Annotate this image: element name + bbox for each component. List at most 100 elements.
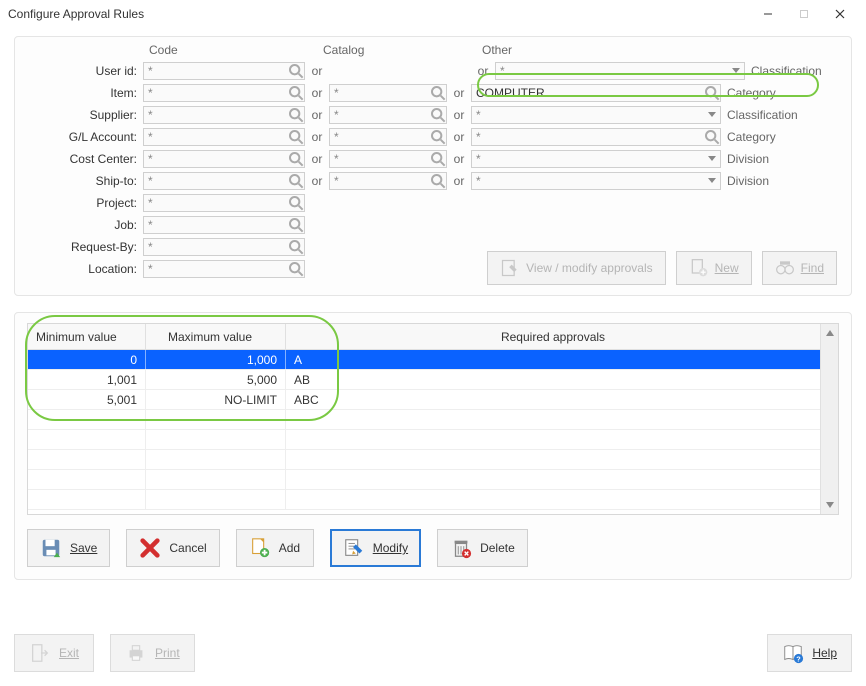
maximize-button[interactable] bbox=[786, 0, 822, 28]
filter-panel: Code Catalog Other User id: or or Classi… bbox=[14, 36, 852, 296]
trail-classification: Classification bbox=[745, 64, 822, 78]
button-label: New bbox=[715, 261, 739, 275]
search-icon[interactable] bbox=[288, 129, 304, 145]
search-icon[interactable] bbox=[430, 129, 446, 145]
or-text: or bbox=[447, 86, 471, 100]
trail-division: Division bbox=[721, 152, 769, 166]
search-icon[interactable] bbox=[288, 63, 304, 79]
col-req[interactable]: Required approvals bbox=[286, 324, 820, 349]
or-text: or bbox=[305, 152, 329, 166]
window-title: Configure Approval Rules bbox=[8, 7, 750, 21]
search-icon[interactable] bbox=[288, 261, 304, 277]
header-code: Code bbox=[29, 43, 323, 57]
approval-grid: Minimum value Maximum value Required app… bbox=[27, 323, 839, 515]
col-min[interactable]: Minimum value bbox=[28, 324, 146, 349]
supplier-other-input[interactable] bbox=[471, 106, 721, 124]
search-icon[interactable] bbox=[704, 85, 720, 101]
table-row[interactable]: 5,001 NO-LIMIT ABC bbox=[28, 390, 820, 410]
chevron-down-icon[interactable] bbox=[704, 173, 720, 189]
find-button[interactable]: Find bbox=[762, 251, 837, 285]
item-code-input[interactable] bbox=[143, 84, 305, 102]
search-icon[interactable] bbox=[430, 85, 446, 101]
row-gl: G/L Account: or or Category bbox=[29, 127, 837, 147]
search-icon[interactable] bbox=[704, 129, 720, 145]
search-icon[interactable] bbox=[288, 151, 304, 167]
label-shipto: Ship-to: bbox=[29, 174, 143, 188]
button-label: Save bbox=[70, 541, 97, 555]
button-label: Print bbox=[155, 646, 180, 660]
add-button[interactable]: Add bbox=[236, 529, 314, 567]
filter-column-headers: Code Catalog Other bbox=[29, 43, 837, 57]
button-label: View / modify approvals bbox=[526, 261, 653, 275]
table-row[interactable] bbox=[28, 410, 820, 430]
or-text: or bbox=[305, 130, 329, 144]
shipto-other-input[interactable] bbox=[471, 172, 721, 190]
row-shipto: Ship-to: or or Division bbox=[29, 171, 837, 191]
cc-code-input[interactable] bbox=[143, 150, 305, 168]
cell-min: 1,001 bbox=[28, 370, 146, 389]
view-modify-approvals-button[interactable]: View / modify approvals bbox=[487, 251, 666, 285]
trail-category: Category bbox=[721, 130, 776, 144]
table-row[interactable]: 0 1,000 A bbox=[28, 350, 820, 370]
cell-max: NO-LIMIT bbox=[146, 390, 286, 409]
scroll-up-icon[interactable] bbox=[821, 324, 838, 342]
trash-icon bbox=[450, 537, 472, 559]
door-exit-icon bbox=[29, 642, 51, 664]
chevron-down-icon[interactable] bbox=[728, 63, 744, 79]
search-icon[interactable] bbox=[288, 173, 304, 189]
row-supplier: Supplier: or or Classification bbox=[29, 105, 837, 125]
project-code-input[interactable] bbox=[143, 194, 305, 212]
save-button[interactable]: Save bbox=[27, 529, 110, 567]
shipto-code-input[interactable] bbox=[143, 172, 305, 190]
close-button[interactable] bbox=[822, 0, 858, 28]
gl-code-input[interactable] bbox=[143, 128, 305, 146]
userid-code-input[interactable] bbox=[143, 62, 305, 80]
modify-button[interactable]: Modify bbox=[330, 529, 421, 567]
table-row[interactable]: 1,001 5,000 AB bbox=[28, 370, 820, 390]
scroll-down-icon[interactable] bbox=[821, 496, 838, 514]
book-help-icon: ? bbox=[782, 642, 804, 664]
exit-button[interactable]: Exit bbox=[14, 634, 94, 672]
grid-body: 0 1,000 A 1,001 5,000 AB 5,001 NO-LIMIT … bbox=[28, 350, 820, 510]
chevron-down-icon[interactable] bbox=[704, 151, 720, 167]
button-label: Modify bbox=[373, 541, 408, 555]
delete-button[interactable]: Delete bbox=[437, 529, 528, 567]
vertical-scrollbar[interactable] bbox=[820, 324, 838, 514]
or-text: or bbox=[305, 108, 329, 122]
search-icon[interactable] bbox=[430, 173, 446, 189]
chevron-down-icon[interactable] bbox=[704, 107, 720, 123]
table-row[interactable] bbox=[28, 450, 820, 470]
new-button[interactable]: New bbox=[676, 251, 752, 285]
search-icon[interactable] bbox=[288, 195, 304, 211]
cc-other-input[interactable] bbox=[471, 150, 721, 168]
print-button[interactable]: Print bbox=[110, 634, 195, 672]
job-code-input[interactable] bbox=[143, 216, 305, 234]
search-icon[interactable] bbox=[430, 151, 446, 167]
label-item: Item: bbox=[29, 86, 143, 100]
search-icon[interactable] bbox=[288, 217, 304, 233]
table-row[interactable] bbox=[28, 490, 820, 510]
search-icon[interactable] bbox=[288, 85, 304, 101]
item-other-input[interactable] bbox=[471, 84, 721, 102]
cell-req: ABC bbox=[286, 390, 820, 409]
label-job: Job: bbox=[29, 218, 143, 232]
binoculars-icon bbox=[775, 258, 795, 278]
or-text: or bbox=[305, 64, 329, 78]
userid-other-input[interactable] bbox=[495, 62, 745, 80]
search-icon[interactable] bbox=[288, 107, 304, 123]
gl-other-input[interactable] bbox=[471, 128, 721, 146]
table-row[interactable] bbox=[28, 470, 820, 490]
trail-classification: Classification bbox=[721, 108, 798, 122]
requestby-code-input[interactable] bbox=[143, 238, 305, 256]
location-code-input[interactable] bbox=[143, 260, 305, 278]
help-button[interactable]: ? Help bbox=[767, 634, 852, 672]
cancel-button[interactable]: Cancel bbox=[126, 529, 219, 567]
search-icon[interactable] bbox=[430, 107, 446, 123]
col-max[interactable]: Maximum value bbox=[146, 324, 286, 349]
cell-min: 5,001 bbox=[28, 390, 146, 409]
supplier-code-input[interactable] bbox=[143, 106, 305, 124]
label-requestby: Request-By: bbox=[29, 240, 143, 254]
minimize-button[interactable] bbox=[750, 0, 786, 28]
table-row[interactable] bbox=[28, 430, 820, 450]
search-icon[interactable] bbox=[288, 239, 304, 255]
